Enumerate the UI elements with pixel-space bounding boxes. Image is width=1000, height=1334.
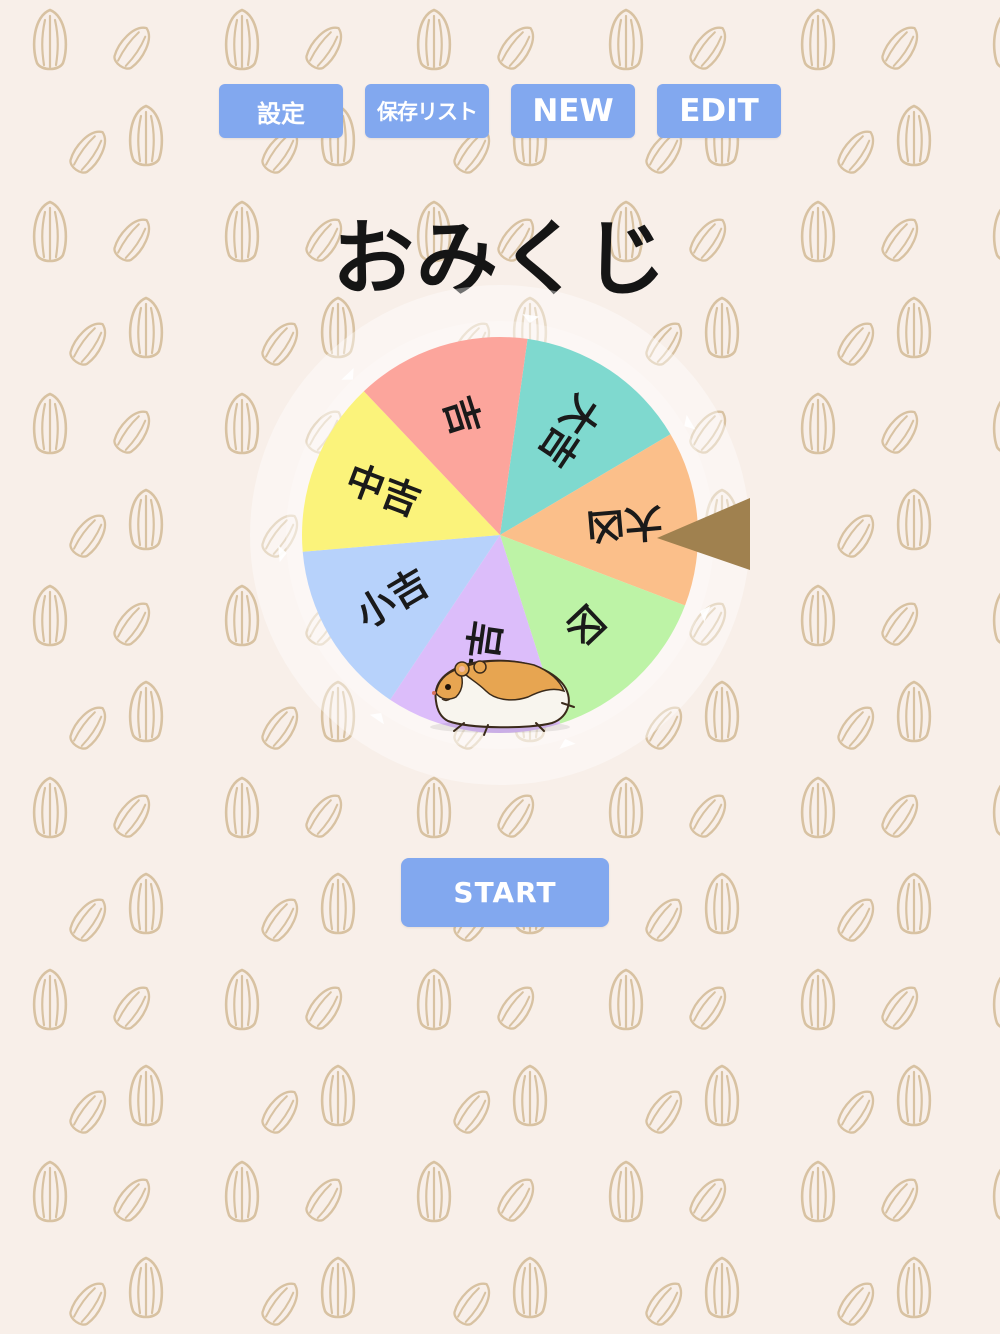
edit-button[interactable]: EDIT xyxy=(657,84,781,138)
saved-list-button[interactable]: 保存リスト xyxy=(365,84,489,138)
roulette-wheel[interactable]: 大吉大凶凶末吉小吉中吉吉 xyxy=(245,280,755,790)
new-button[interactable]: NEW xyxy=(511,84,635,138)
settings-button[interactable]: 設定 xyxy=(219,84,343,138)
wheel-segment-label: 大凶 xyxy=(585,499,664,549)
start-button[interactable]: START xyxy=(401,858,609,927)
